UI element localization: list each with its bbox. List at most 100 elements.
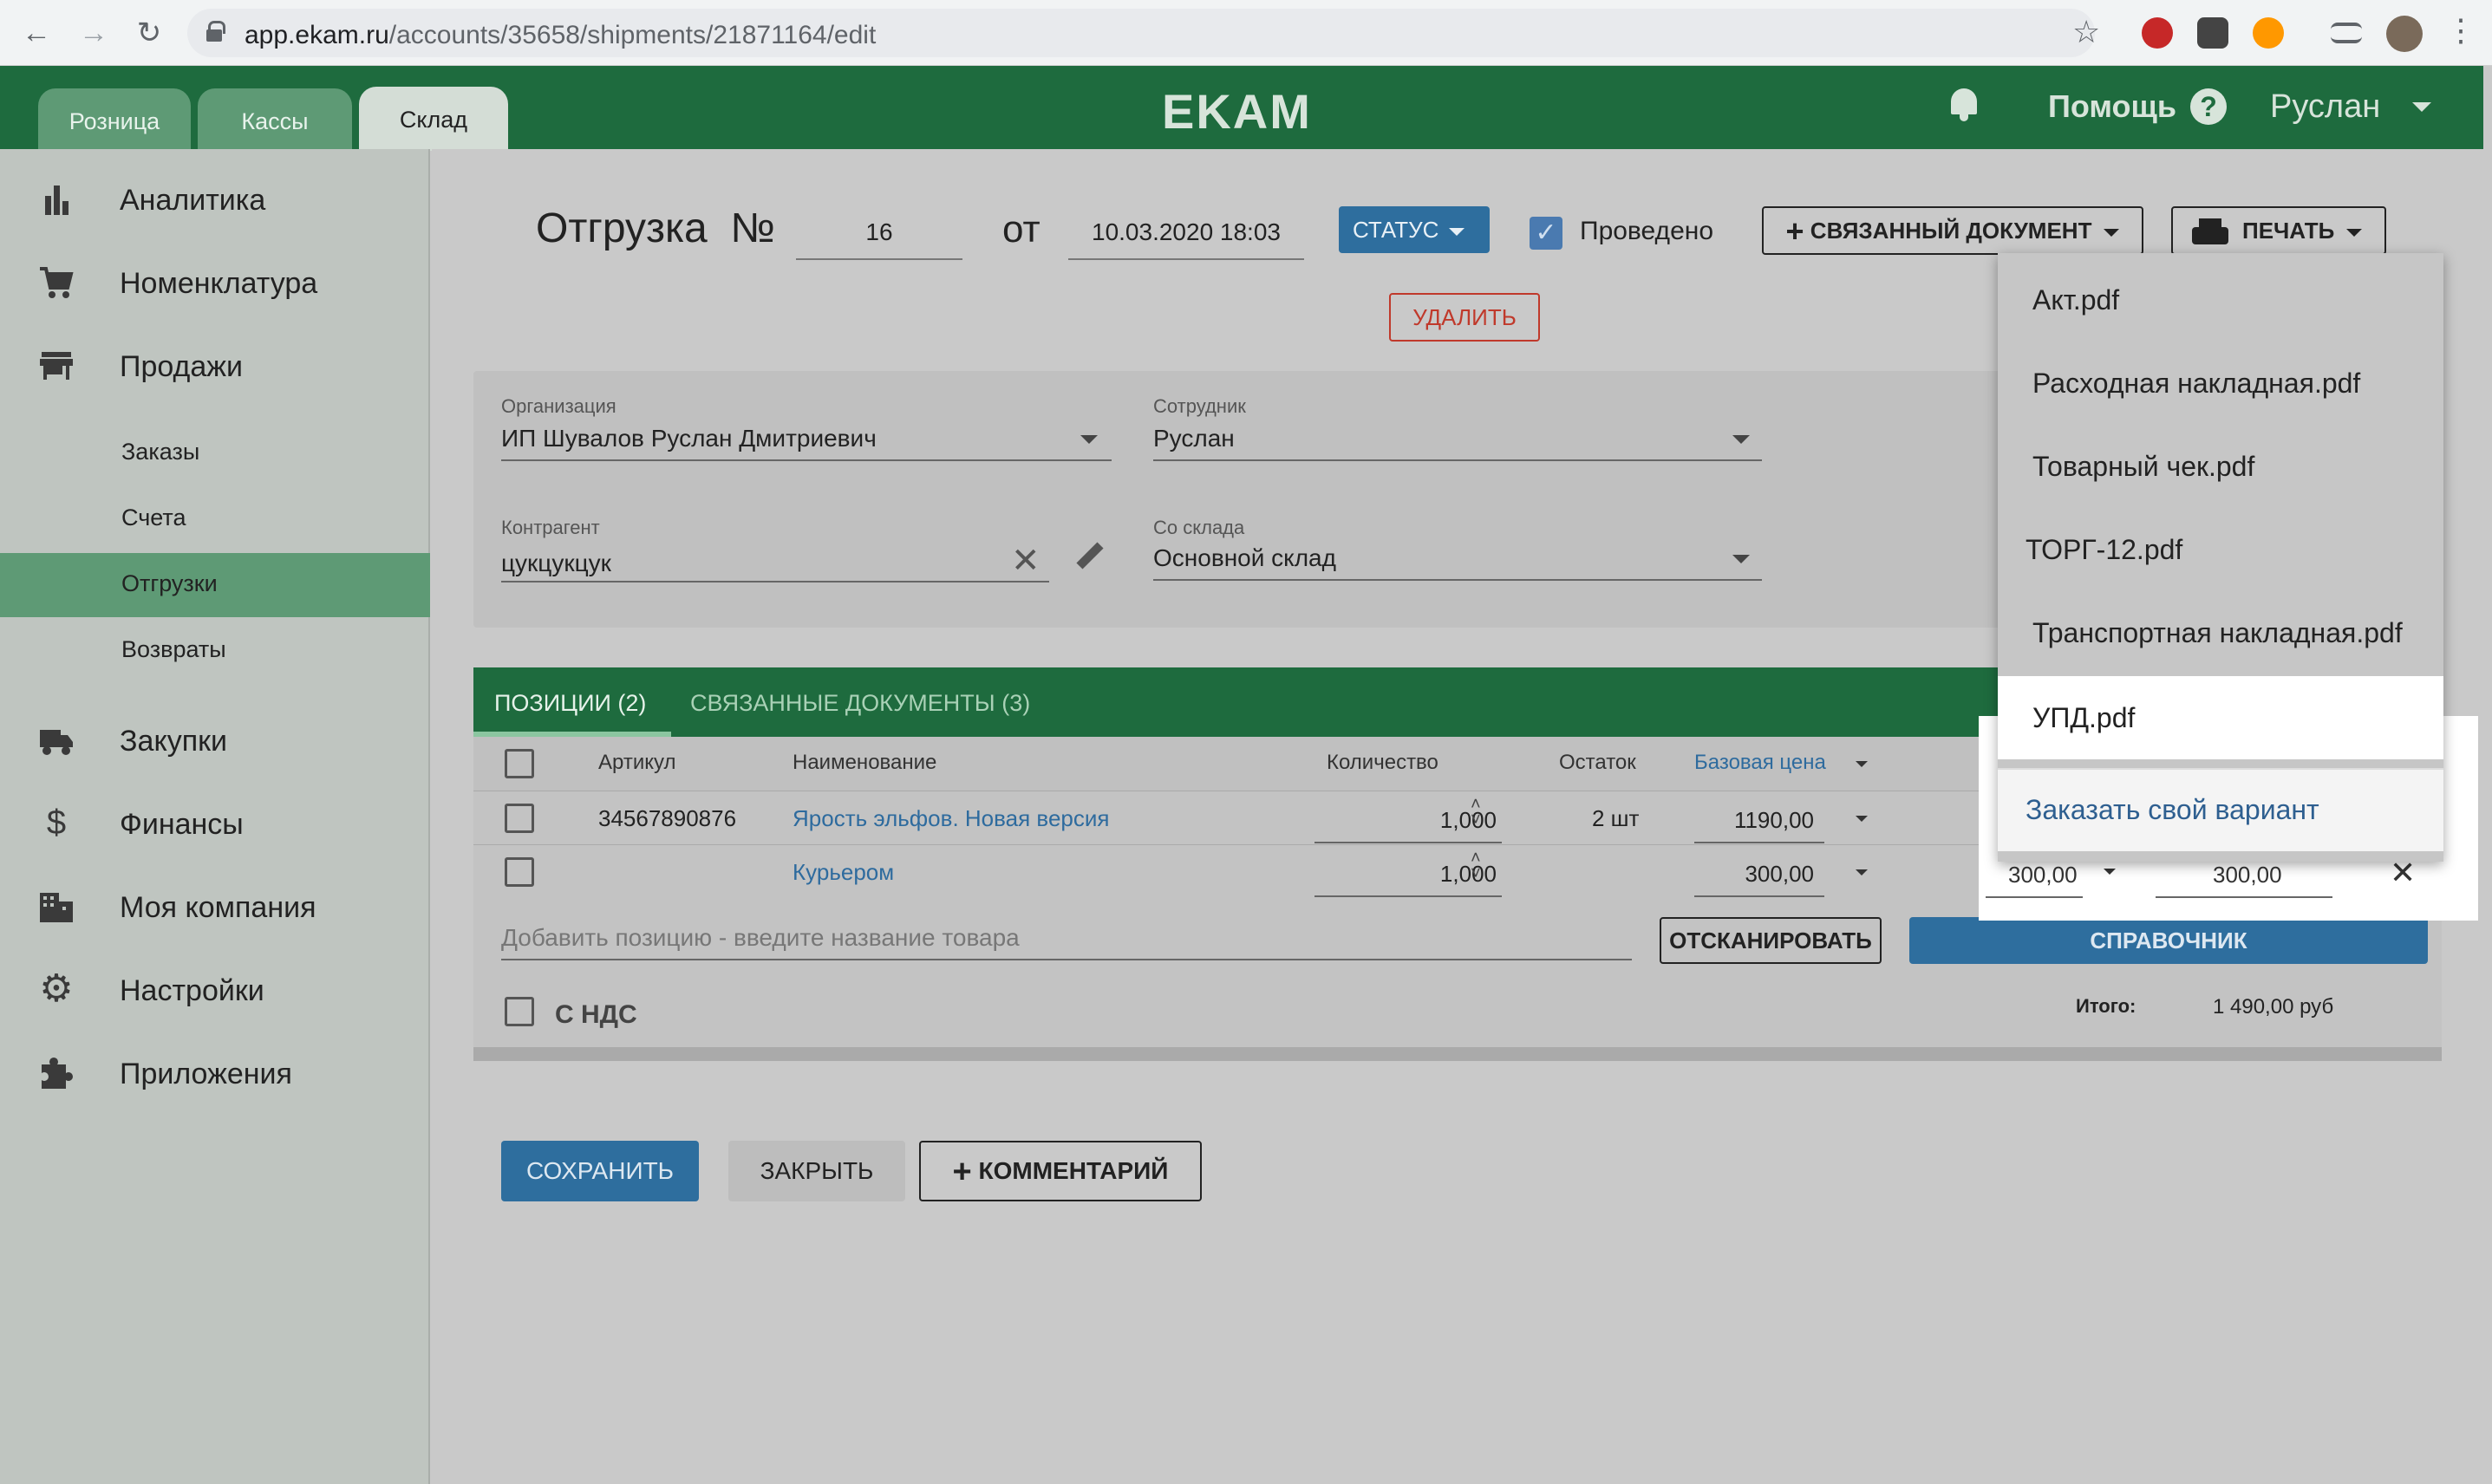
printer-icon (2192, 218, 2228, 244)
chevron-down-icon[interactable] (2412, 102, 2431, 112)
warehouse-label: Со склада (1153, 517, 1245, 538)
add-comment-button[interactable]: + КОММЕНТАРИЙ (919, 1141, 1202, 1201)
sidebar-item-company[interactable]: Моя компания (0, 874, 430, 940)
contractor-label: Контрагент (501, 517, 600, 538)
linked-document-button[interactable]: + СВЯЗАННЫЙ ДОКУМЕНТ (1762, 206, 2143, 255)
delete-button[interactable]: УДАЛИТЬ (1389, 293, 1540, 342)
add-position-input[interactable]: Добавить позицию - введите название това… (501, 924, 1020, 952)
sidebar-item-apps[interactable]: Приложения (0, 1040, 430, 1106)
document-number-input[interactable]: 16 (796, 218, 962, 260)
cart-icon (40, 267, 74, 298)
sidebar-subitem-returns[interactable]: Возвраты (0, 619, 430, 683)
scan-button[interactable]: ОТСКАНИРОВАТЬ (1660, 917, 1882, 964)
sidebar-item-sales[interactable]: Продажи (0, 333, 430, 399)
music-extension-icon[interactable] (2253, 17, 2284, 49)
menu-item-torg12[interactable]: ТОРГ-12.pdf (1998, 508, 2443, 591)
chevron-down-icon[interactable] (1856, 869, 1868, 875)
row-product-link[interactable]: Курьером (793, 859, 894, 886)
dollar-icon: $ (46, 804, 67, 842)
bell-icon[interactable] (1949, 87, 1979, 121)
address-bar[interactable]: app.ekam.ru/accounts/35658/shipments/218… (187, 9, 2095, 57)
sidebar-subitem-invoices[interactable]: Счета (0, 487, 430, 551)
tab-cashboxes[interactable]: Кассы (198, 88, 352, 149)
bookmark-star-icon[interactable]: ☆ (2072, 14, 2100, 50)
posted-label: Проведено (1580, 217, 1713, 245)
chevron-down-icon[interactable] (1732, 435, 1750, 444)
page-title: Отгрузка № (536, 205, 775, 251)
url-text: app.ekam.ru/accounts/35658/shipments/218… (245, 21, 877, 49)
row-checkbox[interactable] (505, 804, 534, 833)
menu-item-expense-waybill[interactable]: Расходная накладная.pdf (1998, 342, 2443, 425)
browser-menu-icon[interactable]: ⋮ (2445, 12, 2476, 49)
sidebar-subitem-label: Возвраты (121, 636, 226, 662)
document-date-input[interactable]: 10.03.2020 18:03 (1068, 218, 1304, 260)
tab-warehouse[interactable]: Склад (359, 87, 508, 151)
close-button[interactable]: ЗАКРЫТЬ (728, 1141, 905, 1201)
row-product-link[interactable]: Ярость эльфов. Новая версия (793, 805, 1109, 832)
quantity-stepper[interactable]: ˄ ˅ (1471, 849, 1481, 882)
pencil-icon[interactable] (1075, 539, 1105, 572)
chevron-down-icon[interactable] (1732, 555, 1750, 563)
media-controls-icon[interactable] (2331, 23, 2362, 43)
close-icon[interactable]: ✕ (1011, 541, 1041, 581)
menu-item-custom-order[interactable]: Заказать свой вариант (1998, 768, 2443, 851)
forward-arrow-icon[interactable]: → (76, 16, 111, 50)
sidebar-item-settings[interactable]: ⚙ Настройки (0, 957, 430, 1023)
status-button[interactable]: СТАТУС (1339, 206, 1490, 253)
menu-item-sales-receipt[interactable]: Товарный чек.pdf (1998, 425, 2443, 508)
back-arrow-icon[interactable]: ← (19, 16, 54, 50)
chevron-down-icon[interactable] (2104, 869, 2116, 875)
sidebar-item-label: Финансы (120, 808, 244, 841)
sidebar-item-label: Аналитика (120, 184, 266, 217)
print-button[interactable]: ПЕЧАТЬ (2171, 206, 2386, 255)
tab-linked-documents[interactable]: СВЯЗАННЫЕ ДОКУМЕНТЫ (3) (690, 690, 1030, 717)
store-icon (40, 352, 73, 380)
reference-button[interactable]: СПРАВОЧНИК (1909, 917, 2428, 964)
vat-checkbox[interactable] (505, 997, 534, 1026)
chevron-down-icon[interactable] (1856, 816, 1868, 822)
ekam-logo[interactable]: EKAM (1162, 83, 1312, 140)
organization-select[interactable]: ИП Шувалов Руслан Дмитриевич (501, 425, 877, 452)
user-menu[interactable]: Руслан (2270, 88, 2380, 126)
contractor-input[interactable]: цукцукцук (501, 550, 611, 577)
row-checkbox[interactable] (505, 857, 534, 887)
sidebar-item-purchases[interactable]: Закупки (0, 707, 430, 773)
sidebar-item-finance[interactable]: $ Финансы (0, 791, 430, 856)
posted-checkbox[interactable]: ✓ (1530, 217, 1562, 250)
menu-item-act[interactable]: Акт.pdf (1998, 258, 2443, 342)
price2-underline (1986, 896, 2083, 898)
menu-item-transport-waybill[interactable]: Транспортная накладная.pdf (1998, 591, 2443, 674)
extension-icon[interactable] (2197, 17, 2228, 49)
opera-extension-icon[interactable] (2142, 17, 2173, 49)
chevron-down-icon[interactable] (1856, 761, 1868, 767)
menu-item-upd[interactable]: УПД.pdf (1998, 676, 2443, 759)
tab-positions[interactable]: ПОЗИЦИИ (2) (494, 690, 646, 717)
help-link[interactable]: Помощь (2048, 88, 2176, 125)
sidebar-item-nomenclature[interactable]: Номенклатура (0, 250, 430, 316)
help-icon[interactable]: ? (2190, 88, 2227, 125)
select-all-checkbox[interactable] (505, 749, 534, 778)
sidebar-item-analytics[interactable]: Аналитика (0, 166, 430, 232)
save-button[interactable]: СОХРАНИТЬ (501, 1141, 699, 1201)
horizontal-scrollbar[interactable] (473, 1047, 2442, 1061)
quantity-stepper[interactable]: ˄ ˅ (1471, 796, 1481, 829)
reload-icon[interactable]: ↻ (132, 16, 166, 50)
column-stock: Остаток (1559, 751, 1636, 774)
row-sum: 300,00 (2213, 862, 2282, 888)
warehouse-select[interactable]: Основной склад (1153, 544, 1336, 572)
tab-retail[interactable]: Розница (38, 88, 191, 149)
employee-select[interactable]: Руслан (1153, 425, 1235, 452)
profile-avatar[interactable] (2386, 16, 2423, 52)
bar-chart-icon (45, 186, 68, 215)
sidebar-subitem-shipments[interactable]: Отгрузки (0, 553, 430, 617)
row-stock: 2 шт (1592, 805, 1640, 831)
sidebar-subitem-orders[interactable]: Заказы (0, 421, 430, 485)
warehouse-underline (1153, 579, 1762, 581)
row-price-input[interactable]: 300,00 (1705, 861, 1814, 888)
chevron-down-icon[interactable] (1080, 435, 1098, 444)
row-price-input[interactable]: 1190,00 (1705, 807, 1814, 834)
column-base-price[interactable]: Базовая цена (1694, 751, 1826, 775)
employee-underline (1153, 459, 1762, 461)
plus-icon: + (1785, 213, 1804, 249)
vat-label: С НДС (555, 1000, 637, 1029)
